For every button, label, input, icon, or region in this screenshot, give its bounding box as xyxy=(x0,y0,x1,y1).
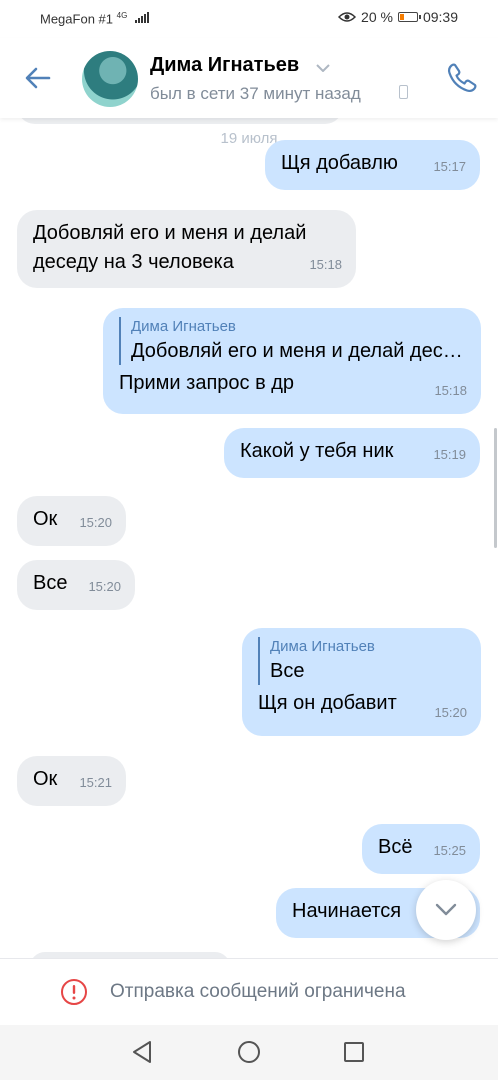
chat-header: Дима Игнатьев был в сети 37 минут назад xyxy=(0,38,498,118)
avatar[interactable] xyxy=(82,51,138,107)
message-time: 15:20 xyxy=(88,579,121,594)
battery-percent: 20 % xyxy=(361,9,393,25)
phone-call-icon[interactable] xyxy=(446,62,478,94)
message-bubble-outgoing-reply[interactable]: Дима Игнатьев Все Щя он добавит 15:20 xyxy=(242,628,481,736)
message-text: Ок xyxy=(33,508,58,530)
nav-recents-icon[interactable] xyxy=(343,1040,365,1064)
scroll-to-bottom-button[interactable] xyxy=(416,880,476,940)
quoted-author: Дима Игнатьев xyxy=(131,318,236,335)
message-list[interactable]: 19 июля Щя добавлю 15:17 Добовляй его и … xyxy=(0,118,498,958)
system-navigation-bar xyxy=(0,1024,498,1080)
quoted-author: Дима Игнатьев xyxy=(270,638,375,655)
nav-back-icon[interactable] xyxy=(131,1040,153,1064)
message-bubble-partial xyxy=(17,118,343,124)
back-arrow-icon[interactable] xyxy=(22,62,54,94)
restricted-message: Отправка сообщений ограничена xyxy=(110,981,406,1002)
chevron-down-icon xyxy=(435,903,457,916)
contact-name[interactable]: Дима Игнатьев xyxy=(150,54,299,77)
message-time: 15:25 xyxy=(433,843,466,858)
warning-icon xyxy=(61,979,87,1005)
carrier-info: MegaFon #1 4G xyxy=(40,11,149,26)
message-time: 15:17 xyxy=(433,159,466,174)
nav-home-icon[interactable] xyxy=(237,1040,261,1064)
message-text: Щя добавлю xyxy=(281,152,398,174)
messaging-restricted-bar: Отправка сообщений ограничена xyxy=(0,958,498,1025)
status-bar: MegaFon #1 4G 20 % 09:39 xyxy=(0,0,498,38)
status-right: 20 % 09:39 xyxy=(338,9,458,25)
carrier-name: MegaFon #1 xyxy=(40,11,113,27)
message-bubble-incoming[interactable]: Все 15:20 xyxy=(17,560,135,610)
battery-icon xyxy=(397,12,421,22)
message-time: 15:18 xyxy=(434,383,467,398)
message-bubble-outgoing[interactable]: Какой у тебя ник 15:19 xyxy=(224,428,480,478)
quoted-text: Добовляй его и меня и делай деседу на 3 … xyxy=(131,340,465,362)
quoted-message[interactable]: Дима Игнатьев Все xyxy=(258,637,465,685)
quoted-message[interactable]: Дима Игнатьев Добовляй его и меня и дела… xyxy=(119,317,465,365)
scrollbar[interactable] xyxy=(494,428,497,548)
message-text: Всё xyxy=(378,836,413,858)
message-text: Какой у тебя ник xyxy=(240,440,394,462)
message-time: 15:18 xyxy=(309,257,342,272)
message-bubble-incoming[interactable]: Ок 15:20 xyxy=(17,496,126,546)
message-text: Ок xyxy=(33,768,58,790)
last-seen-status: был в сети 37 минут назад xyxy=(150,84,361,103)
message-time: 15:20 xyxy=(434,705,467,720)
message-text: Щя он добавит xyxy=(258,692,397,714)
clock: 09:39 xyxy=(422,9,458,25)
message-text-line-1: Добовляй его и меня и делай xyxy=(33,222,307,244)
eye-icon xyxy=(338,12,357,22)
network-type: 4G xyxy=(116,11,128,20)
message-text: Все xyxy=(33,572,68,594)
chevron-down-icon[interactable] xyxy=(316,64,330,72)
message-bubble-outgoing[interactable]: Всё 15:25 xyxy=(362,824,480,874)
message-time: 15:21 xyxy=(79,775,112,790)
message-text: Начинается xyxy=(292,900,402,922)
message-text-line-2: деседу на 3 человека xyxy=(33,251,234,273)
message-time: 15:19 xyxy=(433,447,466,462)
message-bubble-incoming[interactable]: Ок 15:21 xyxy=(17,756,126,806)
signal-icon xyxy=(134,11,149,24)
message-time: 15:20 xyxy=(79,515,112,530)
quoted-text: Все xyxy=(270,660,305,682)
message-bubble-incoming[interactable]: Добовляй его и меня и делай деседу на 3 … xyxy=(17,210,356,288)
message-bubble-outgoing-reply[interactable]: Дима Игнатьев Добовляй его и меня и дела… xyxy=(103,308,481,414)
message-bubble-outgoing[interactable]: Щя добавлю 15:17 xyxy=(265,140,480,190)
message-text: Прими запрос в др xyxy=(119,372,295,394)
mobile-device-icon xyxy=(399,85,408,99)
